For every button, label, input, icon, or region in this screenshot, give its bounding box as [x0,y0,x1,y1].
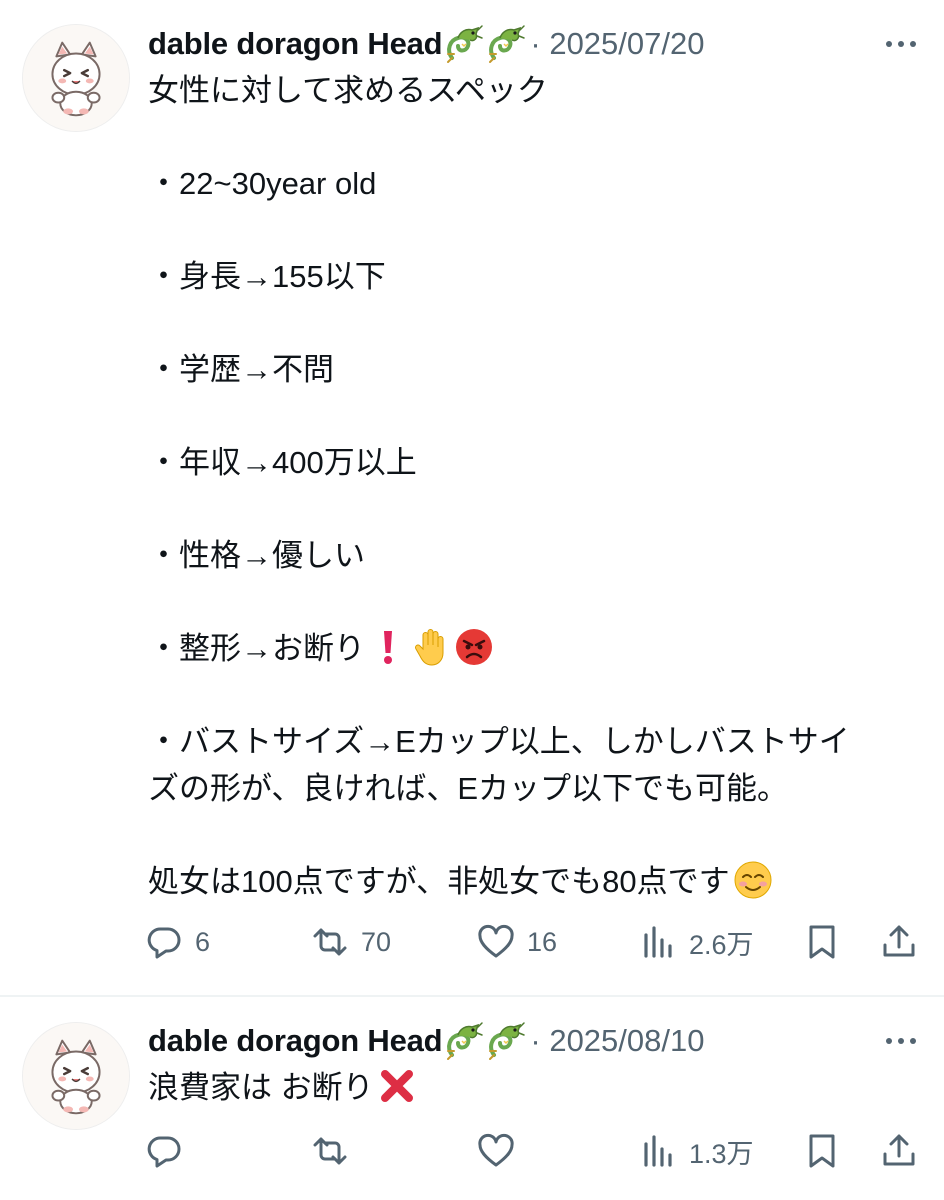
repost-button[interactable]: 70 [311,916,391,968]
dragon-icon [486,1021,526,1061]
bookmark-icon [803,1132,841,1170]
author-name[interactable]: dable doragon Head [148,1023,443,1059]
body-line: ・学歴→不問 [148,352,334,387]
reply-button[interactable]: 6 [145,916,210,968]
cat-avatar[interactable] [22,1022,130,1130]
tweet-date[interactable]: · 2025/08/10 [530,1023,704,1059]
body-line: ・身長→155以下 [148,259,386,294]
tweet-header: dable doragon Head · 2025/08/10 [148,1019,704,1063]
share-icon [880,923,918,961]
like-button[interactable] [477,1125,527,1177]
more-options-icon[interactable] [884,1031,918,1051]
views-button[interactable]: 2.6万 [639,916,754,968]
heart-icon [477,1132,515,1170]
body-line: ・整形→お断り [148,631,365,666]
exclamation-icon [368,627,408,667]
cross-mark-icon [377,1066,417,1106]
like-count: 16 [527,926,558,957]
reply-icon [145,1132,183,1170]
reply-count: 6 [195,926,211,957]
body-line: 女性に対して求めるスペック [148,73,548,108]
body-line: ・年収→400万以上 [148,445,417,480]
heart-icon [477,923,515,961]
tweet[interactable]: dable doragon Head · 2025/08/10 浪費家は お断り… [0,997,944,1200]
angry-face-icon [454,627,494,667]
like-button[interactable]: 16 [477,916,557,968]
more-options-icon[interactable] [884,34,918,54]
body-line: ・バストサイズ→Eカップ以上、しかしバストサイ [148,724,850,759]
author-name[interactable]: dable doragon Head [148,26,443,62]
views-count: 2.6万 [689,929,754,960]
reply-button[interactable] [145,1125,195,1177]
body-line: ・性格→優しい [148,538,365,573]
reply-icon [145,923,183,961]
share-button[interactable] [880,1125,918,1177]
repost-icon [311,1132,349,1170]
tweet-actions: 6 70 16 2.6万 [145,916,925,968]
body-line: ズの形が、良ければ、Eカップ以下でも可能。 [148,770,789,806]
body-line: 処女は100点ですが、非処女でも80点です [148,863,730,899]
tweet-date[interactable]: · 2025/07/20 [530,26,704,62]
dragon-icon [486,24,526,64]
raised-hand-icon [411,627,451,667]
cat-avatar[interactable] [22,24,130,132]
dragon-icon [444,1021,484,1061]
repost-count: 70 [361,926,392,957]
dragon-icon [444,24,484,64]
smiling-face-icon [733,860,773,900]
tweet-text: 浪費家は お断り [148,1065,918,1112]
share-button[interactable] [880,916,918,968]
repost-icon [311,923,349,961]
bookmark-button[interactable] [803,1125,841,1177]
repost-button[interactable] [311,1125,361,1177]
views-button[interactable]: 1.3万 [639,1125,754,1177]
bar-chart-icon [639,1132,677,1170]
tweet-header: dable doragon Head · 2025/07/20 [148,22,704,66]
bar-chart-icon [639,923,677,961]
share-icon [880,1132,918,1170]
tweet-actions: 1.3万 [145,1125,925,1177]
bookmark-icon [803,923,841,961]
bookmark-button[interactable] [803,916,841,968]
views-count: 1.3万 [689,1138,754,1169]
tweet[interactable]: dable doragon Head · 2025/07/20 女性に対して求め… [0,0,944,995]
body-line: ・22~30year old [148,166,377,201]
tweet-text: 女性に対して求めるスペック ・22~30year old ・身長→155以下 ・… [148,68,918,905]
body-line: 浪費家は お断り [148,1070,374,1105]
